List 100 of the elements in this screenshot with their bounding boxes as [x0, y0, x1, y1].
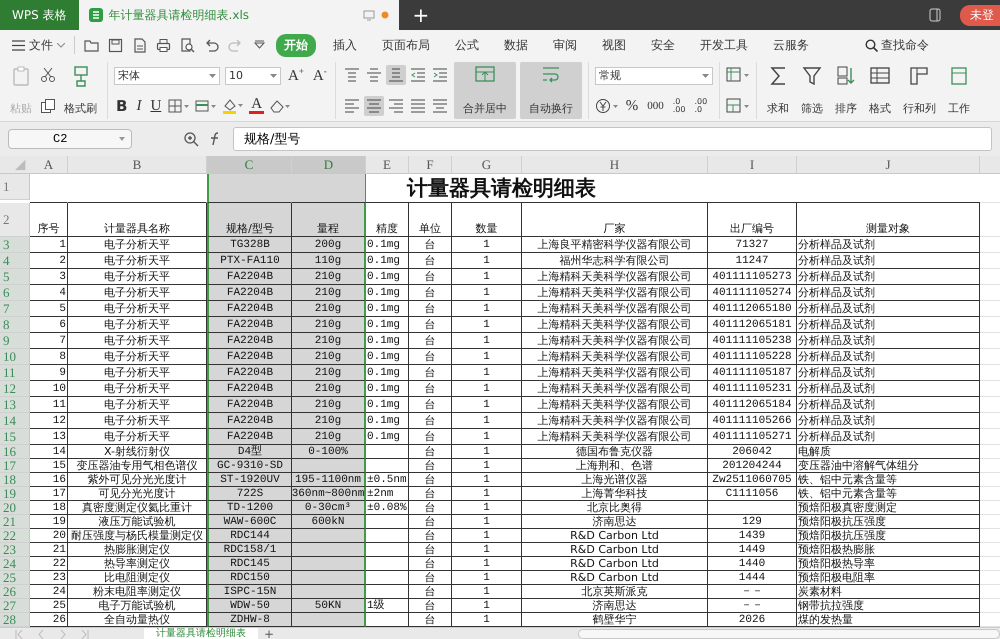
column-header[interactable]: C	[207, 156, 292, 174]
caret-icon[interactable]	[57, 42, 65, 48]
format-painter-button[interactable]: 格式刷	[60, 62, 101, 119]
table-style-icon[interactable]	[726, 67, 750, 84]
find-command-link[interactable]: 查找命令	[881, 36, 929, 54]
align-center-button[interactable]	[364, 96, 384, 116]
menu-tab[interactable]: 开发工具	[692, 34, 756, 56]
row-header[interactable]: 2	[0, 203, 30, 237]
file-menu[interactable]: 文件	[29, 36, 53, 54]
decrease-decimal-button[interactable]: .00 .0	[692, 98, 710, 114]
percent-button[interactable]: %	[624, 98, 640, 114]
column-header[interactable]: E	[366, 156, 409, 174]
format-button[interactable]: 格式	[864, 62, 895, 119]
row-header[interactable]: 19	[0, 487, 30, 501]
row-header[interactable]: 3	[0, 237, 30, 253]
column-header[interactable]: B	[68, 156, 207, 174]
zoom-icon[interactable]	[184, 132, 199, 146]
column-header[interactable]: F	[409, 156, 452, 174]
increase-decimal-button[interactable]: .0 .00	[670, 98, 688, 114]
row-header[interactable]: 5	[0, 269, 30, 285]
menu-tab[interactable]: 视图	[594, 34, 634, 56]
font-color-button[interactable]: A	[249, 98, 264, 114]
thousands-button[interactable]: 000	[645, 100, 666, 112]
scissors-icon[interactable]	[40, 67, 56, 84]
rows-columns-button[interactable]: 行和列	[898, 62, 940, 119]
row-header[interactable]: 24	[0, 557, 30, 571]
menu-tab[interactable]: 安全	[643, 34, 683, 56]
sort-button[interactable]: 排序	[830, 62, 861, 119]
menu-tab[interactable]: 数据	[496, 34, 536, 56]
number-format-select[interactable]: 常规	[594, 66, 713, 84]
sheet-tab[interactable]: 计量器具请检明细表	[144, 628, 258, 639]
row-header[interactable]: 14	[0, 413, 30, 429]
row-header[interactable]: 9	[0, 333, 30, 349]
merge-center-button[interactable]: 合并居中	[454, 62, 516, 119]
login-button[interactable]: 未登	[960, 4, 1000, 26]
row-header[interactable]: 13	[0, 397, 30, 413]
wrap-text-button[interactable]: 自动换行	[520, 62, 582, 119]
column-header[interactable]: J	[797, 156, 980, 174]
row-header[interactable]: 28	[0, 613, 30, 627]
name-box[interactable]: C2	[8, 129, 132, 149]
cell-style-icon[interactable]	[726, 98, 750, 114]
column-header[interactable]: H	[522, 156, 708, 174]
row-header[interactable]: 26	[0, 585, 30, 599]
italic-button[interactable]: I	[134, 98, 144, 114]
row-header[interactable]: 7	[0, 301, 30, 317]
row-header[interactable]: 27	[0, 599, 30, 613]
column-header[interactable]: I	[708, 156, 797, 174]
row-header[interactable]: 16	[0, 445, 30, 459]
row-header[interactable]: 8	[0, 317, 30, 333]
row-header[interactable]: 12	[0, 381, 30, 397]
column-header[interactable]: D	[292, 156, 366, 174]
filter-button[interactable]: 筛选	[796, 62, 827, 119]
undo-icon[interactable]	[204, 38, 219, 52]
row-header[interactable]: 18	[0, 473, 30, 487]
app-tab[interactable]: WPS 表格	[0, 0, 79, 30]
border-icon[interactable]	[168, 99, 190, 113]
column-header[interactable]: G	[452, 156, 522, 174]
row-header[interactable]: 17	[0, 459, 30, 473]
save-icon[interactable]	[108, 38, 123, 52]
menu-tab[interactable]: 插入	[325, 34, 365, 56]
row-header[interactable]: 20	[0, 501, 30, 515]
row-header[interactable]: 11	[0, 365, 30, 381]
fill-style-icon[interactable]	[195, 99, 218, 113]
grow-font-button[interactable]: A$^{+}$	[286, 66, 306, 85]
formula-input[interactable]: 规格/型号	[233, 127, 992, 151]
add-sheet-button[interactable]: +	[264, 628, 274, 639]
menu-tab[interactable]: 公式	[447, 34, 487, 56]
align-bottom-button[interactable]	[386, 65, 406, 86]
underline-button[interactable]: U	[148, 98, 164, 114]
font-size-select[interactable]: 10	[225, 66, 281, 84]
menu-icon[interactable]	[12, 40, 25, 50]
bold-button[interactable]: B	[114, 97, 130, 115]
row-header[interactable]: 1	[0, 174, 30, 200]
row-header[interactable]: 23	[0, 543, 30, 557]
row-header[interactable]: 6	[0, 285, 30, 301]
row-header[interactable]: 10	[0, 349, 30, 365]
fill-color-icon[interactable]	[222, 98, 244, 114]
window-icon[interactable]	[928, 8, 942, 22]
copy-icon[interactable]	[40, 98, 56, 114]
document-tab[interactable]: 年计量器具请检明细表.xls	[78, 0, 399, 30]
print-icon[interactable]	[156, 38, 171, 52]
currency-icon[interactable]	[594, 98, 619, 114]
autosum-button[interactable]: 求和	[762, 62, 793, 119]
new-tab-button[interactable]: +	[398, 0, 444, 30]
row-header[interactable]: 22	[0, 529, 30, 543]
horizontal-scrollbar[interactable]	[578, 629, 1000, 639]
search-icon[interactable]	[865, 38, 878, 52]
row-header[interactable]: 15	[0, 429, 30, 445]
document-icon[interactable]	[132, 38, 147, 52]
print-preview-icon[interactable]	[180, 38, 195, 52]
menu-tab[interactable]: 云服务	[765, 34, 817, 56]
worksheet-button[interactable]: 工作	[944, 62, 974, 119]
folder-icon[interactable]	[84, 38, 99, 52]
column-header[interactable]: A	[30, 156, 68, 174]
menu-tab[interactable]: 审阅	[545, 34, 585, 56]
row-header[interactable]: 4	[0, 253, 30, 269]
menu-tab[interactable]: 页面布局	[374, 34, 438, 56]
eraser-icon[interactable]	[269, 99, 292, 113]
font-name-select[interactable]: 宋体	[114, 66, 220, 84]
row-header[interactable]: 25	[0, 571, 30, 585]
